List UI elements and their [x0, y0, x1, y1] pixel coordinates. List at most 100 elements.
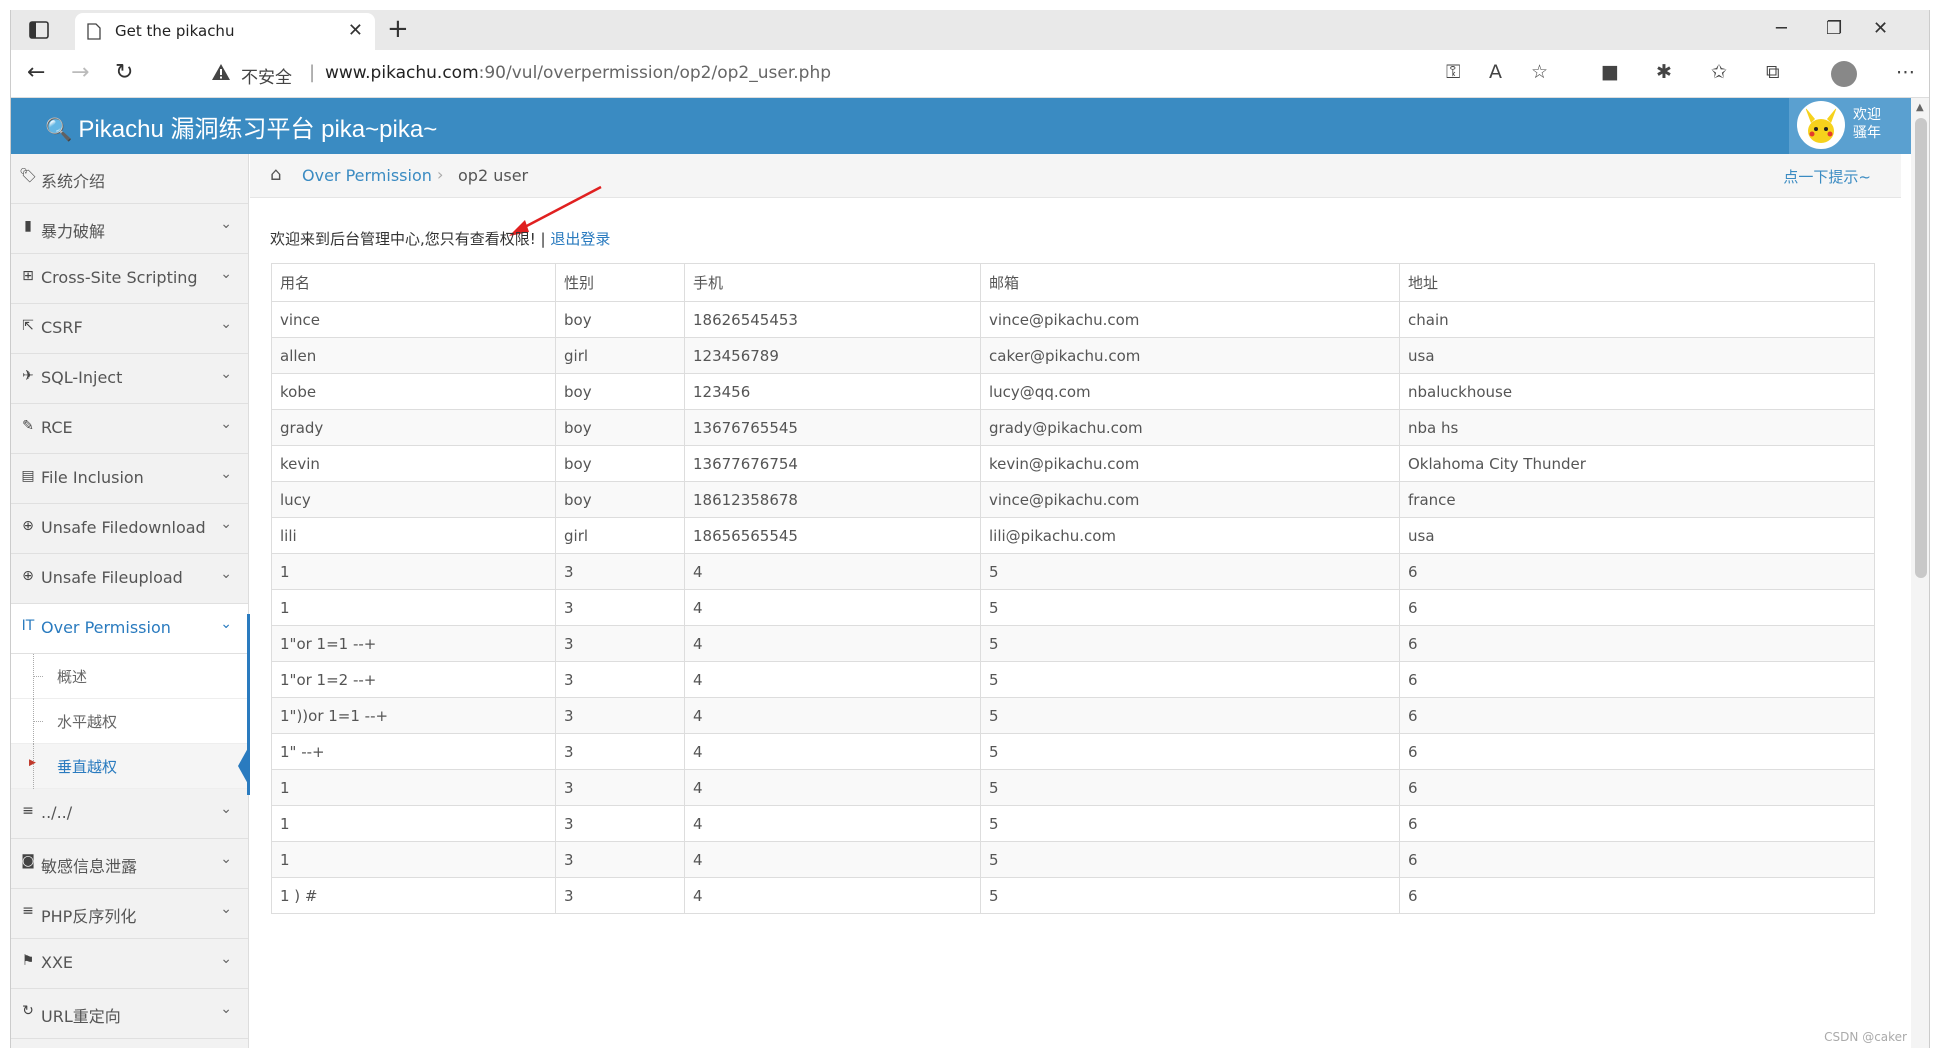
table-cell: 1 ) # [271, 877, 556, 914]
add-favorite-icon[interactable]: ☆ [1531, 61, 1548, 83]
sidebar-item[interactable]: ↻ URL重定向 ⌄ [11, 989, 248, 1039]
sidebar-item-label: 敏感信息泄露 [41, 857, 138, 876]
sidebar-item-label: File Inclusion [41, 468, 144, 487]
reload-icon[interactable]: ↻ [115, 60, 133, 86]
browser-tab[interactable]: Get the pikachu ✕ [75, 13, 375, 50]
table-cell: lili@pikachu.com [980, 517, 1400, 554]
table-cell: 1" --+ [271, 733, 556, 770]
sidebar-item[interactable]: ◙ 敏感信息泄露 ⌄ [11, 839, 248, 889]
welcome-line-1: 欢迎 [1853, 107, 1881, 123]
read-aloud-icon[interactable]: A [1489, 61, 1502, 83]
more-icon[interactable]: ⋯ [1896, 61, 1915, 83]
column-header: 性别 [555, 263, 685, 302]
table-cell: 3 [555, 769, 685, 806]
security-label[interactable]: 不安全 [241, 63, 292, 88]
home-icon[interactable]: ⌂ [270, 164, 281, 185]
table-cell: 4 [684, 589, 981, 626]
tab-actions-icon[interactable] [27, 18, 51, 42]
table-cell: boy [555, 481, 685, 518]
puzzle-icon[interactable]: ✱ [1656, 61, 1672, 83]
table-cell: 5 [980, 553, 1400, 590]
collections-icon[interactable]: ⧉ [1766, 61, 1780, 83]
sitemap-icon: ⊞ [22, 268, 34, 284]
chevron-down-icon: ⌄ [220, 416, 232, 432]
table-cell: 4 [684, 553, 981, 590]
key-icon[interactable]: ⚿ [1446, 61, 1460, 83]
url-input[interactable]: www.pikachu.com:90/vul/overpermission/op… [325, 63, 831, 83]
sidebar-item-label: 暴力破解 [41, 222, 106, 241]
sidebar-item[interactable]: ⊕ Unsafe Fileupload ⌄ [11, 554, 248, 604]
sidebar-item[interactable]: ✈ SQL-Inject ⌄ [11, 354, 248, 404]
extension-icon[interactable]: ■ [1601, 61, 1619, 83]
table-cell: vince@pikachu.com [980, 301, 1400, 338]
profile-icon[interactable] [1831, 61, 1857, 87]
sidebar-item[interactable]: ▤ File Inclusion ⌄ [11, 454, 248, 504]
tab-strip: Get the pikachu ✕ + ─ ❐ ✕ [11, 10, 1929, 50]
file-icon: ▤ [21, 468, 35, 484]
close-window-icon[interactable]: ✕ [1873, 18, 1888, 39]
table-row: 1 ) #3 4 5 6 [271, 877, 1875, 914]
sidebar-item[interactable]: ≡ ../../ ⌄ [11, 789, 248, 839]
main-content: ⌂ Over Permission › op2 user 点一下提示~ 欢迎来到… [250, 154, 1901, 1048]
scroll-thumb[interactable] [1915, 118, 1927, 578]
chevron-down-icon: ⌄ [220, 266, 232, 282]
table-cell: 5 [980, 625, 1400, 662]
table-cell: 5 [980, 733, 1400, 770]
sidebar-subitem-label: 水平越权 [57, 713, 118, 731]
page-scrollbar[interactable]: ▲ [1911, 98, 1929, 1048]
table-cell: 4 [684, 769, 981, 806]
table-cell: 13676765545 [684, 409, 981, 446]
align-icon: ≡ [22, 903, 34, 919]
table-cell: 6 [1399, 697, 1875, 734]
chevron-down-icon: ⌄ [220, 516, 232, 532]
sidebar-item-label: Unsafe Fileupload [41, 568, 183, 587]
table-cell: 3 [555, 805, 685, 842]
minimize-icon[interactable]: ─ [1776, 18, 1787, 39]
forward-icon[interactable]: → [71, 60, 89, 86]
sidebar-item[interactable]: ▮ 暴力破解 ⌄ [11, 204, 248, 254]
new-tab-icon[interactable]: + [387, 16, 409, 42]
user-menu[interactable]: 欢迎 骚年 [1789, 98, 1919, 154]
key-logo-icon: 🔍 [45, 117, 73, 142]
chevron-down-icon: ⌄ [220, 851, 232, 867]
close-tab-icon[interactable]: ✕ [348, 20, 363, 41]
back-icon[interactable]: ← [27, 60, 45, 86]
sidebar-item[interactable]: ⊞ Cross-Site Scripting ⌄ [11, 254, 248, 304]
sidebar-item-label: 系统介绍 [41, 172, 106, 191]
sidebar-item[interactable]: ≡ PHP反序列化 ⌄ [11, 889, 248, 939]
upload-icon: ⊕ [22, 568, 34, 584]
table-cell: 3 [555, 841, 685, 878]
table-cell: usa [1399, 517, 1875, 554]
sidebar-item[interactable]: ⇱ CSRF ⌄ [11, 304, 248, 354]
breadcrumb-link[interactable]: Over Permission [302, 166, 432, 185]
sidebar-item[interactable]: 🏷 系统介绍 [11, 154, 248, 204]
sidebar-item[interactable]: ⚑ XXE ⌄ [11, 939, 248, 989]
sidebar-subitem[interactable]: 概述 [11, 654, 248, 699]
url-path: :90/vul/overpermission/op2/op2_user.php [478, 63, 832, 83]
sidebar-item[interactable]: ✎ RCE ⌄ [11, 404, 248, 454]
sidebar-item[interactable]: IT Over Permission ⌄ [11, 604, 248, 654]
logout-link[interactable]: 退出登录 [550, 230, 610, 248]
users-table: 用名 性别 手机 邮箱 地址 vince boy 18626545453 vince@pika… [271, 263, 1875, 914]
sidebar-item[interactable]: ⊕ Unsafe Filedownload ⌄ [11, 504, 248, 554]
favorites-icon[interactable]: ✩ [1711, 61, 1727, 83]
table-cell: grady [271, 409, 556, 446]
chevron-down-icon: ⌄ [220, 616, 232, 632]
table-cell: 6 [1399, 589, 1875, 626]
site-title[interactable]: 🔍 Pikachu 漏洞练习平台 pika~pika~ [45, 109, 437, 144]
table-cell: 3 [555, 625, 685, 662]
sidebar-subitem[interactable]: 水平越权 [11, 699, 248, 744]
address-bar-row: ← → ↻ 不安全 | www.pikachu.com:90/vul/overp… [11, 50, 1929, 98]
table-row: 1" --+ 3 4 5 6 [271, 733, 1875, 770]
browser-window: Get the pikachu ✕ + ─ ❐ ✕ ← → ↻ 不安全 | ww… [10, 10, 1930, 1048]
table-cell: 13677676754 [684, 445, 981, 482]
sidebar-subitem[interactable]: ▶ 垂直越权 [11, 744, 248, 789]
restore-icon[interactable]: ❐ [1826, 18, 1842, 39]
scroll-up-icon[interactable]: ▲ [1916, 102, 1924, 113]
table-cell: nbaluckhouse [1399, 373, 1875, 410]
table-cell: 4 [684, 697, 981, 734]
warning-icon[interactable] [211, 63, 231, 81]
table-cell: Oklahoma City Thunder [1399, 445, 1875, 482]
table-row: allen girl 123456789 caker@pikachu.com usa [271, 337, 1875, 374]
hint-link[interactable]: 点一下提示~ [1783, 166, 1871, 187]
